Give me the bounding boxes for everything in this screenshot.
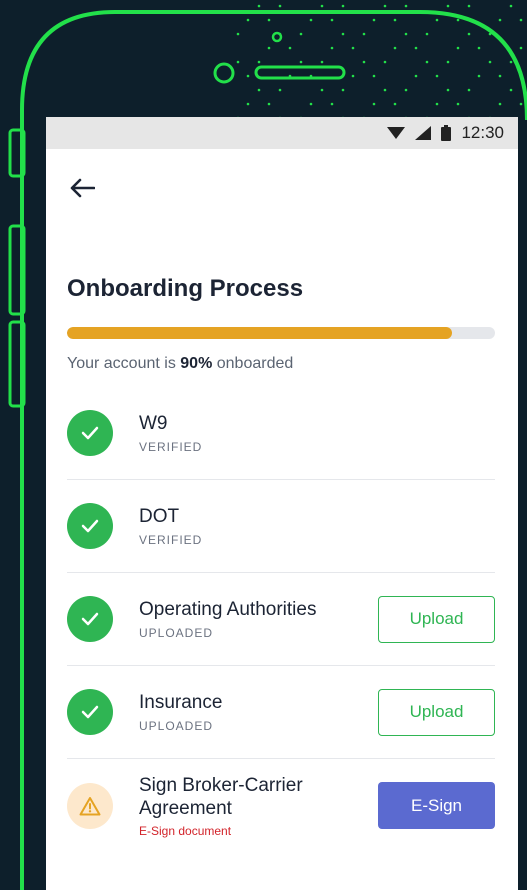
arrow-left-icon xyxy=(70,178,95,198)
step-name: Operating Authorities xyxy=(139,599,317,620)
progress-fill xyxy=(67,327,453,339)
status-time: 12:30 xyxy=(461,123,504,142)
step-broker-carrier-agreement: Sign Broker-Carrier Agreement E-Sign doc… xyxy=(67,759,495,852)
step-status: E-Sign document xyxy=(139,823,232,838)
wifi-icon xyxy=(387,126,406,140)
progress-summary: Your account is 90% onboarded xyxy=(67,355,293,373)
status-bar: 12:30 xyxy=(46,117,518,149)
step-name: W9 xyxy=(139,413,168,434)
check-icon xyxy=(67,596,113,642)
check-icon xyxy=(67,410,113,456)
speaker-grille xyxy=(254,65,346,80)
battery-icon xyxy=(441,125,452,141)
step-status: UPLOADED xyxy=(139,626,214,640)
upload-insurance-button[interactable]: Upload xyxy=(378,688,495,736)
camera-icon xyxy=(213,62,235,84)
step-dot: DOT VERIFIED xyxy=(67,480,495,573)
e-sign-button[interactable]: E-Sign xyxy=(378,782,495,829)
progress-suffix: onboarded xyxy=(212,355,294,372)
step-name: Insurance xyxy=(139,692,223,713)
warning-icon xyxy=(67,782,113,829)
upload-operating-authorities-button[interactable]: Upload xyxy=(378,595,495,643)
step-status: VERIFIED xyxy=(139,440,203,454)
step-w9: W9 VERIFIED xyxy=(67,387,495,480)
back-button[interactable] xyxy=(66,172,98,204)
signal-icon xyxy=(415,126,432,140)
sensor-icon xyxy=(271,31,283,43)
step-operating-authorities: Operating Authorities UPLOADED Upload xyxy=(67,573,495,666)
step-name: DOT xyxy=(139,506,180,527)
page-title: Onboarding Process xyxy=(67,275,304,302)
step-status: UPLOADED xyxy=(139,719,214,733)
progress-prefix: Your account is xyxy=(67,355,181,372)
step-insurance: Insurance UPLOADED Upload xyxy=(67,666,495,759)
phone-screen: 12:30 Onboarding Process Your account is… xyxy=(46,117,518,890)
step-name: Sign Broker-Carrier Agreement xyxy=(139,774,303,819)
progress-value: 90% xyxy=(180,355,213,372)
onboarding-progress-bar xyxy=(67,327,495,339)
check-icon xyxy=(67,503,113,549)
step-status: VERIFIED xyxy=(139,533,203,547)
onboarding-steps-list: W9 VERIFIED DOT VERIFIED Operating Autho… xyxy=(67,387,495,852)
check-icon xyxy=(67,689,113,735)
